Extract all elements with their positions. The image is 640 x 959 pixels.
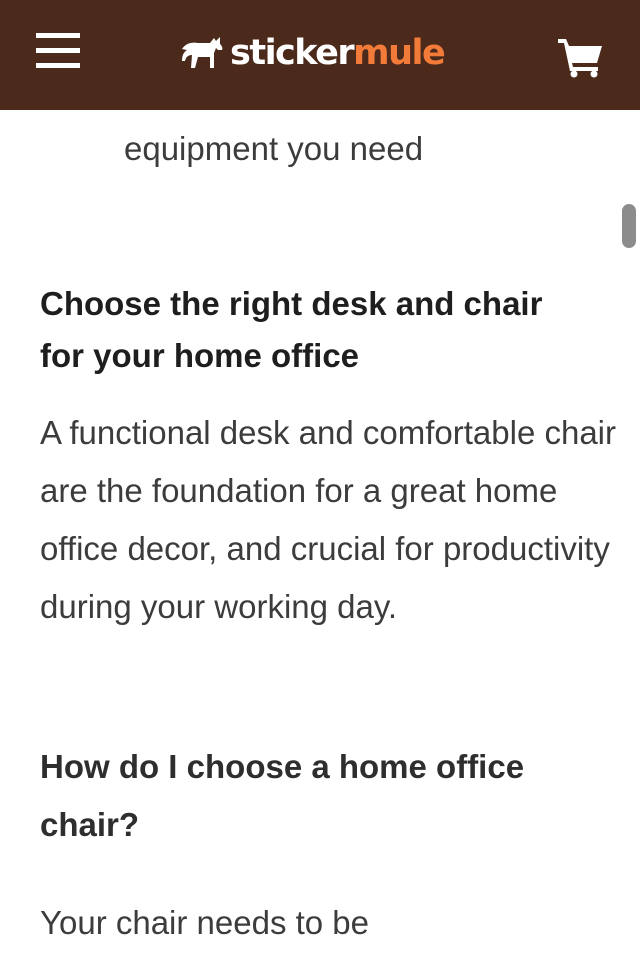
scrollbar-thumb[interactable] xyxy=(622,204,636,248)
section-paragraph: A functional desk and comfortable chair … xyxy=(40,414,617,625)
logo-text-mule: mule xyxy=(353,32,446,73)
hamburger-menu-icon[interactable] xyxy=(36,31,80,71)
shopping-cart-icon[interactable] xyxy=(556,36,604,78)
site-logo[interactable]: stickermule xyxy=(180,28,446,78)
logo-text-sticker: sticker xyxy=(230,32,355,73)
logo-wordmark: stickermule xyxy=(230,32,446,73)
subsection-paragraph: Your chair needs to be xyxy=(40,904,370,941)
subsection-heading: How do I choose a home office chair? xyxy=(40,748,525,843)
page: books, and any other work equipment you … xyxy=(0,0,640,959)
section-heading: Choose the right desk and chair for your… xyxy=(40,285,543,374)
mule-icon xyxy=(182,37,223,68)
site-header: stickermule xyxy=(0,0,640,110)
